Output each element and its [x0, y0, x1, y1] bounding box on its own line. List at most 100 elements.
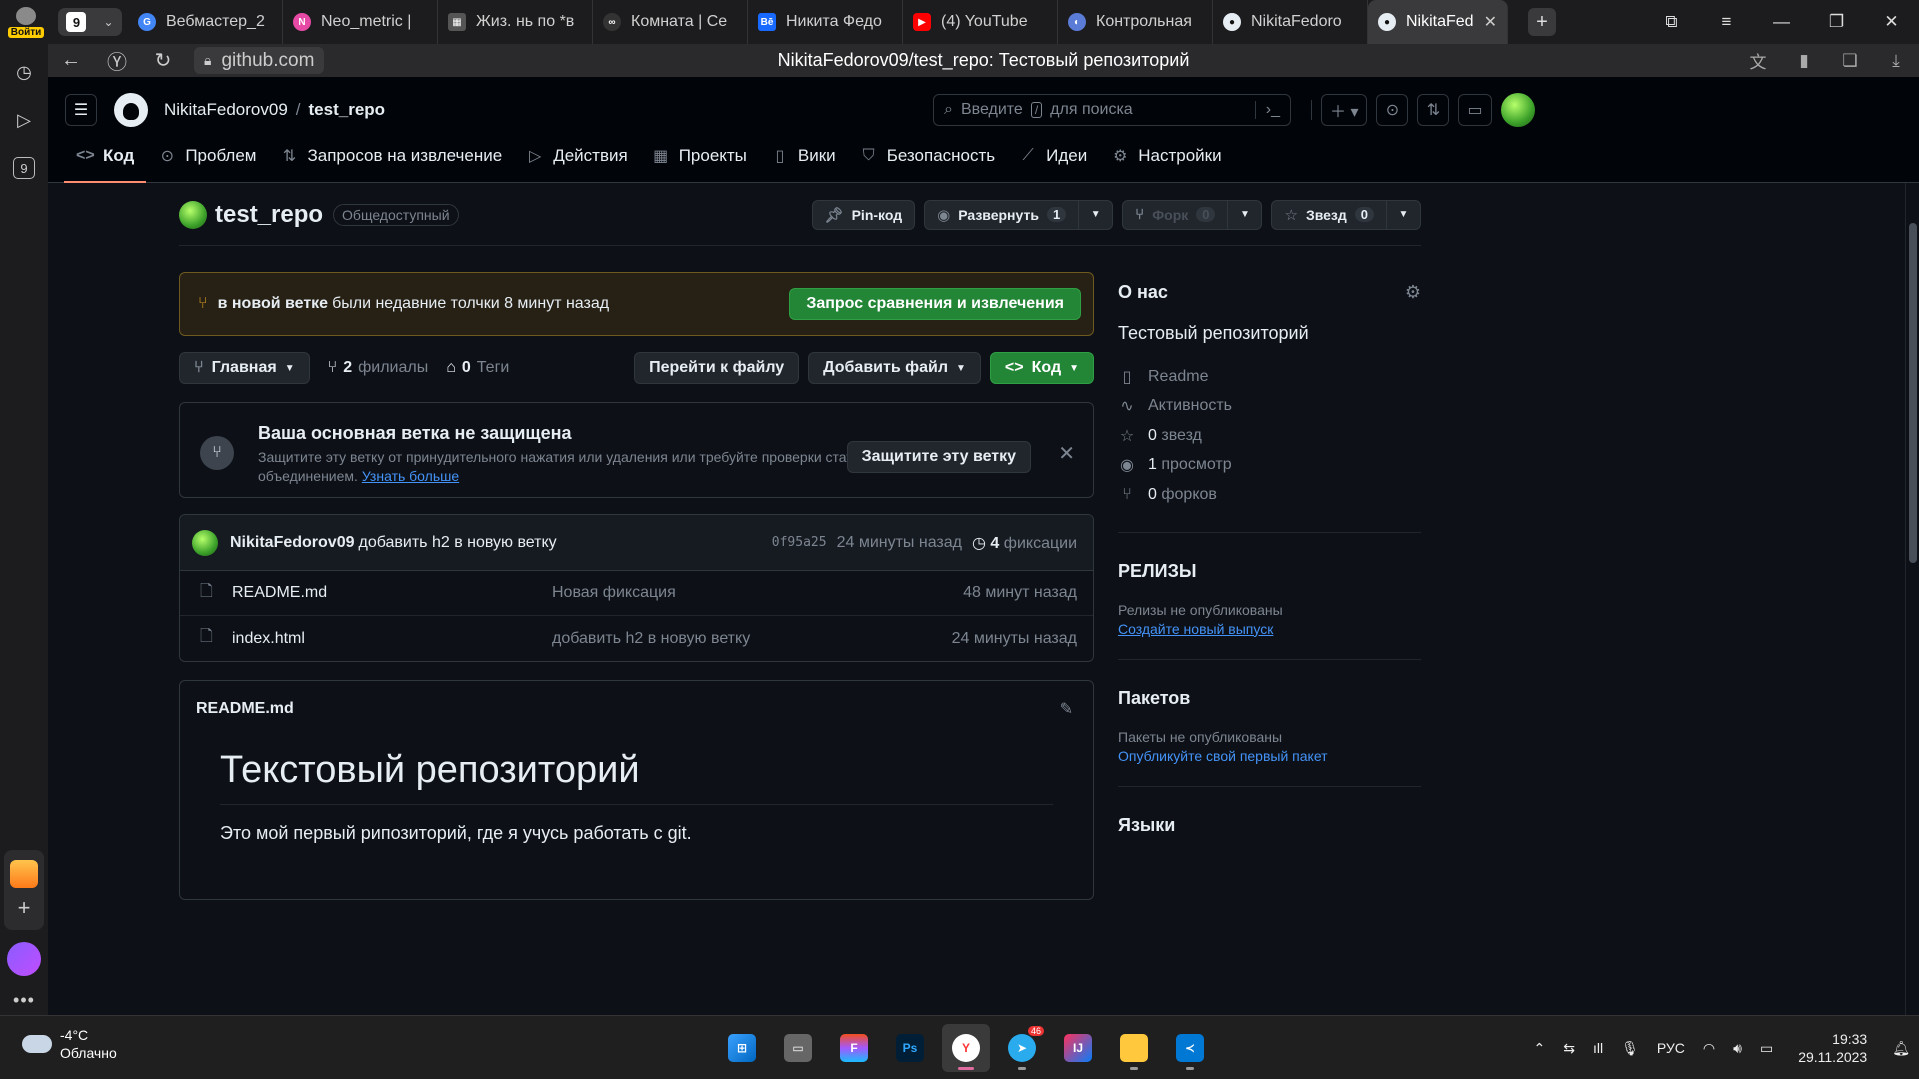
browser-tab[interactable]: G Вебмастер_2 — [128, 0, 283, 44]
browser-tab[interactable]: ▶ (4) YouTube — [903, 0, 1058, 44]
figma-app[interactable]: F — [830, 1024, 878, 1072]
watchers-link[interactable]: ◉ 1 просмотр — [1118, 451, 1421, 481]
intellij-app[interactable]: IJ — [1054, 1024, 1102, 1072]
inbox-icon[interactable]: ▭ — [1458, 94, 1492, 126]
weather-widget[interactable]: -4°C Облачно — [22, 1026, 117, 1062]
mail-widget[interactable]: + — [4, 850, 44, 930]
tab-projects[interactable]: ▦ Проекты — [640, 130, 759, 182]
login-button[interactable]: Войти — [0, 0, 52, 44]
yandex-icon[interactable]: Ⓨ — [94, 44, 140, 77]
browser-tab[interactable]: ● NikitaFedoro — [1213, 0, 1368, 44]
watch-button[interactable]: ◉ Развернуть 1 ▼ — [924, 199, 1114, 230]
github-logo-icon[interactable] — [114, 93, 148, 127]
file-name[interactable]: index.html — [232, 630, 552, 648]
alice-assistant-icon[interactable] — [7, 942, 41, 976]
learn-more-link[interactable]: Узнать больше — [362, 468, 459, 484]
pencil-icon[interactable]: ✎ — [1060, 699, 1073, 719]
compare-pull-request-button[interactable]: Запрос сравнения и извлечения — [789, 288, 1081, 320]
new-tab-button[interactable]: + — [1528, 8, 1556, 36]
branches-link[interactable]: ⑂ 2 филиалы — [328, 359, 429, 377]
gear-icon[interactable]: ⚙ — [1405, 282, 1421, 303]
translate-icon[interactable]: 文 — [1735, 44, 1781, 77]
caret-down-icon[interactable]: ▼ — [1227, 200, 1261, 229]
photoshop-app[interactable]: Ps — [886, 1024, 934, 1072]
issues-icon[interactable]: ⊙ — [1376, 94, 1409, 126]
caret-down-icon[interactable]: ▼ — [1386, 200, 1420, 229]
browser-tab[interactable]: ▦ Жиз. нь по *в — [438, 0, 593, 44]
browser-tab[interactable]: Bē Никита Федо — [748, 0, 903, 44]
tab-settings[interactable]: ⚙ Настройки — [1099, 130, 1233, 182]
command-palette-icon[interactable]: ›_ — [1254, 101, 1280, 119]
create-new-button[interactable]: ＋ ▾ — [1321, 94, 1368, 126]
battery-icon[interactable]: ▭ — [1751, 1040, 1782, 1057]
scrollbar[interactable] — [1905, 183, 1919, 1015]
readme-link[interactable]: ▯ Readme — [1118, 362, 1421, 392]
clock[interactable]: 19:33 29.11.2023 — [1782, 1030, 1883, 1066]
file-row[interactable]: 🗋 index.html добавить h2 в новую ветку 2… — [180, 616, 1093, 661]
bookmark-icon[interactable]: ▮ — [1781, 44, 1827, 77]
file-explorer-app[interactable] — [1110, 1024, 1158, 1072]
activity-link[interactable]: ∿ Активность — [1118, 392, 1421, 422]
browser-tab[interactable]: ∞ Комната | Се — [593, 0, 748, 44]
file-name[interactable]: README.md — [232, 584, 552, 602]
url-field[interactable]: 🔒︎ github.com — [194, 47, 325, 74]
history-icon[interactable]: ◷ — [6, 54, 42, 90]
tab-insights[interactable]: ⟋ Идеи — [1007, 130, 1099, 182]
back-button[interactable]: ← — [48, 44, 94, 77]
avatar[interactable] — [1500, 93, 1535, 127]
tab-group-button[interactable]: 9 ⌄ — [58, 8, 122, 36]
branch-name[interactable]: в новой ветке — [218, 295, 328, 313]
notification-bell-icon[interactable]: 🔔︎ — [1883, 1040, 1919, 1057]
tab-wiki[interactable]: ▯ Вики — [759, 130, 848, 182]
owner-link[interactable]: NikitaFedorov09 — [164, 100, 288, 119]
chevron-up-icon[interactable]: ⌃ — [1524, 1040, 1554, 1057]
caret-down-icon[interactable]: ▼ — [1078, 200, 1112, 229]
stars-link[interactable]: ☆ 0 звезд — [1118, 421, 1421, 451]
reload-button[interactable]: ↻ — [140, 44, 186, 77]
pin-button[interactable]: 📌︎ Pin-код — [811, 199, 916, 230]
app-tray-icon[interactable]: ıll — [1584, 1040, 1612, 1056]
forks-link[interactable]: ⑂ 0 форков — [1118, 480, 1421, 510]
scrollbar-thumb[interactable] — [1909, 223, 1917, 563]
close-tab-icon[interactable]: ✕ — [1484, 12, 1497, 32]
file-commit-message[interactable]: добавить h2 в новую ветку — [552, 630, 750, 648]
more-icon[interactable]: ••• — [13, 990, 35, 1011]
close-icon[interactable]: ✕ — [1058, 441, 1075, 466]
tags-link[interactable]: ⌂ 0 Теги — [446, 359, 509, 377]
vscode-app[interactable]: ≺ — [1166, 1024, 1214, 1072]
code-button[interactable]: <> Код ▼ — [989, 352, 1094, 384]
file-row[interactable]: 🗋 README.md Новая фиксация 48 минут наза… — [180, 571, 1093, 616]
start-button[interactable]: ⊞ — [718, 1024, 766, 1072]
yandex-browser-app[interactable]: Y — [942, 1024, 990, 1072]
collections-icon[interactable]: ⧉ — [1644, 0, 1699, 44]
search-input[interactable]: ⌕ Введите / для поиска ›_ — [933, 94, 1291, 126]
download-icon[interactable]: ⤓ — [1873, 44, 1919, 77]
tab-issues[interactable]: ⊙ Проблем — [146, 130, 268, 182]
add-file-button[interactable]: Добавить файл ▼ — [808, 352, 981, 384]
minimize-button[interactable]: — — [1754, 0, 1809, 44]
tabs-count-icon[interactable]: 9 — [13, 157, 35, 179]
commits-link[interactable]: ◷ 4 фиксации — [972, 533, 1077, 553]
pull-requests-icon[interactable]: ⇅ — [1417, 94, 1450, 126]
browser-tab-active[interactable]: ●NikitaFedo✕ — [1368, 0, 1508, 44]
file-commit-message[interactable]: Новая фиксация — [552, 584, 676, 602]
browser-tab[interactable]: N Neo_metric | — [283, 0, 438, 44]
network-settings-icon[interactable]: ⇆ — [1554, 1040, 1584, 1057]
fork-button[interactable]: ⑂ Форк 0 ▼ — [1122, 199, 1263, 230]
star-button[interactable]: ☆ Звезд 0 ▼ — [1271, 199, 1421, 230]
volume-icon[interactable]: 🔊︎ — [1724, 1040, 1751, 1057]
language-indicator[interactable]: РУС — [1648, 1040, 1694, 1056]
wifi-icon[interactable]: ◠ — [1694, 1040, 1724, 1057]
menu-icon[interactable]: ≡ — [1699, 0, 1754, 44]
tab-security[interactable]: ⛉ Безопасность — [848, 130, 1007, 182]
play-icon[interactable]: ▷ — [6, 102, 42, 138]
add-icon[interactable]: + — [18, 895, 31, 921]
microphone-icon[interactable]: 🎙︎ — [1612, 1040, 1648, 1057]
create-release-link[interactable]: Создайте новый выпуск — [1118, 621, 1421, 637]
publish-package-link[interactable]: Опубликуйте свой первый пакет — [1118, 748, 1421, 764]
commit-message[interactable]: добавить h2 в новую ветку — [358, 534, 556, 552]
repo-name[interactable]: test_repo — [215, 201, 323, 229]
repo-link[interactable]: test_repo — [309, 100, 386, 119]
telegram-app[interactable]: ➤ 46 — [998, 1024, 1046, 1072]
go-to-file-button[interactable]: Перейти к файлу — [634, 352, 800, 384]
